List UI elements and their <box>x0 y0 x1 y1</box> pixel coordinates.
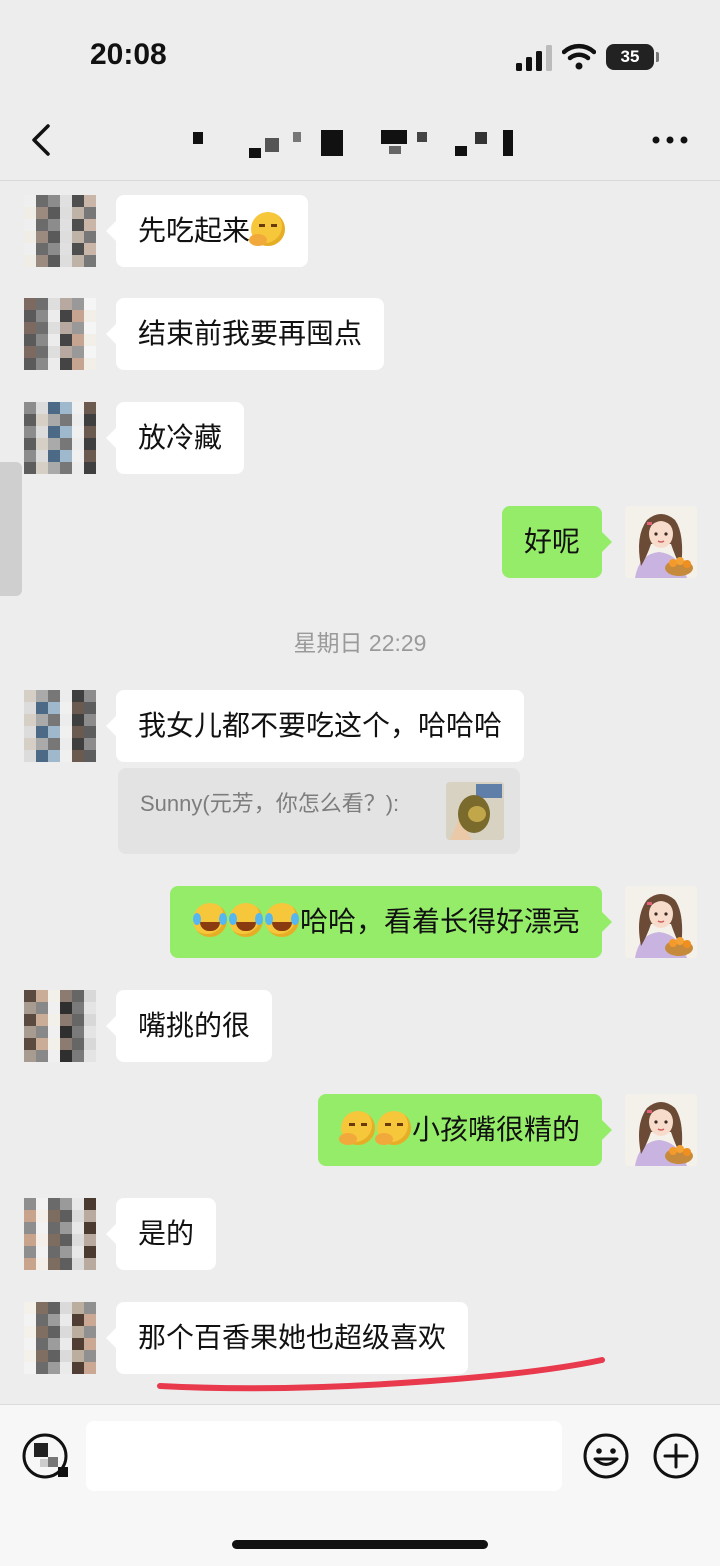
red-underline-annotation <box>157 1357 605 1392</box>
thinking-face-emoji-icon <box>249 212 286 246</box>
more-options-icon[interactable] <box>650 126 690 154</box>
message-row: 哈哈，看着长得好漂亮 <box>0 886 720 958</box>
contact-avatar[interactable] <box>24 298 96 370</box>
message-bubble-self[interactable]: 哈哈，看着长得好漂亮 <box>169 886 613 958</box>
message-row: 是的 <box>0 1198 720 1270</box>
contact-avatar[interactable] <box>24 1302 96 1374</box>
home-indicator <box>232 1540 488 1549</box>
contact-avatar[interactable] <box>24 690 96 762</box>
self-avatar[interactable] <box>625 1094 697 1166</box>
message-bubble[interactable]: 嘴挑的很 <box>105 990 273 1062</box>
message-text: 是的 <box>138 1217 195 1250</box>
quoted-message[interactable]: Sunny(元芳，你怎么看？): <box>118 768 520 854</box>
self-avatar[interactable] <box>625 886 697 958</box>
message-bubble[interactable]: 是的 <box>105 1198 217 1270</box>
message-bubble-self[interactable]: 好呢 <box>501 506 613 578</box>
status-bar: 20:08 35 <box>0 0 720 100</box>
message-input[interactable] <box>86 1421 562 1491</box>
emoji-icon[interactable] <box>582 1432 630 1480</box>
message-bubble[interactable]: 放冷藏 <box>105 402 245 474</box>
thinking-face-emoji-icon <box>374 1111 411 1145</box>
message-text: 我女儿都不要吃这个，哈哈哈 <box>138 709 503 742</box>
back-arrow-icon[interactable] <box>24 120 64 160</box>
voice-toggle-button[interactable] <box>20 1431 70 1481</box>
message-text: 先吃起来 <box>138 214 251 247</box>
message-bubble[interactable]: 先吃起来 <box>105 195 309 267</box>
message-bubble[interactable]: 结束前我要再囤点 <box>105 298 385 370</box>
message-row: 小孩嘴很精的 <box>0 1094 720 1166</box>
tears-of-joy-emoji-icon <box>192 903 227 937</box>
message-text: 那个百香果她也超级喜欢 <box>138 1321 447 1354</box>
message-row: 结束前我要再囤点 <box>0 298 720 370</box>
wifi-icon <box>562 43 596 70</box>
message-text: 好呢 <box>523 525 580 558</box>
contact-avatar[interactable] <box>24 402 96 474</box>
contact-avatar[interactable] <box>24 195 96 267</box>
message-text: 放冷藏 <box>138 421 223 454</box>
message-row: 先吃起来 <box>0 195 720 267</box>
message-text: 结束前我要再囤点 <box>138 317 363 350</box>
message-bubble[interactable]: 我女儿都不要吃这个，哈哈哈 <box>105 690 525 762</box>
contact-avatar[interactable] <box>24 1198 96 1270</box>
message-row: 放冷藏 <box>0 402 720 474</box>
plus-icon[interactable] <box>652 1432 700 1480</box>
chat-title-redacted <box>185 128 525 160</box>
chat-header <box>0 100 720 181</box>
status-time: 20:08 <box>90 38 167 71</box>
tears-of-joy-emoji-icon <box>264 903 299 937</box>
message-row: 我女儿都不要吃这个，哈哈哈 <box>0 690 720 762</box>
thinking-face-emoji-icon <box>338 1111 375 1145</box>
message-row: 嘴挑的很 <box>0 990 720 1062</box>
chat-timestamp: 星期日 22:29 <box>293 630 427 656</box>
message-text: 哈哈，看着长得好漂亮 <box>299 905 580 938</box>
contact-avatar[interactable] <box>24 990 96 1062</box>
voice-icon <box>22 1433 68 1479</box>
cellular-signal-icon <box>516 45 552 71</box>
quote-image-thumbnail[interactable] <box>446 782 504 840</box>
message-bubble-self[interactable]: 小孩嘴很精的 <box>317 1094 613 1166</box>
message-text: 嘴挑的很 <box>138 1009 251 1042</box>
quote-text: Sunny(元芳，你怎么看？): <box>140 791 400 816</box>
battery-indicator: 35 <box>606 44 659 70</box>
message-text: 小孩嘴很精的 <box>411 1113 580 1146</box>
message-row: 好呢 <box>0 506 720 578</box>
self-avatar[interactable] <box>625 506 697 578</box>
tears-of-joy-emoji-icon <box>228 903 263 937</box>
